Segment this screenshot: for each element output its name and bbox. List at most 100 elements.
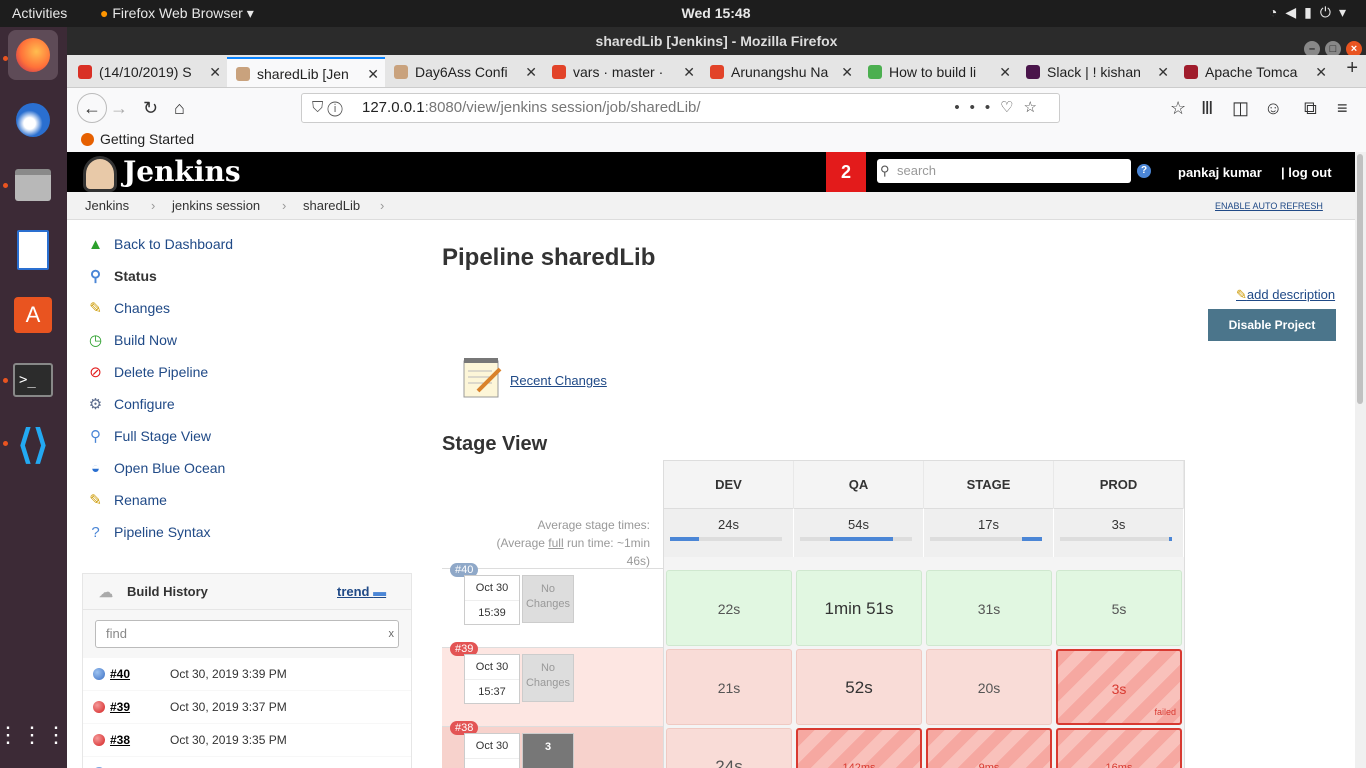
close-tab-icon[interactable]: ✕ <box>209 57 221 87</box>
reload-button[interactable]: ↻ <box>143 98 158 119</box>
breadcrumb-jenkins[interactable]: Jenkins <box>85 192 129 220</box>
close-tab-icon[interactable]: ✕ <box>999 57 1011 87</box>
bookmark-getting-started[interactable]: Getting Started <box>81 131 194 147</box>
sidebar-item-pipeline-syntax[interactable]: ? Pipeline Syntax <box>83 518 413 546</box>
stage-cell-stage[interactable]: 20s <box>926 649 1052 725</box>
sidebar-item-delete-pipeline[interactable]: ⊘ Delete Pipeline <box>83 358 413 386</box>
full-run-link[interactable]: full <box>548 536 563 550</box>
stage-cell-stage[interactable]: 9ms <box>926 728 1052 768</box>
thunderbird-dock-icon[interactable] <box>8 95 58 145</box>
close-tab-icon[interactable]: ✕ <box>1157 57 1169 87</box>
build-row[interactable]: #39 Oct 30, 2019 3:37 PM <box>83 691 411 723</box>
sidebar-item-full-stage-view[interactable]: ⚲ Full Stage View <box>83 422 413 450</box>
software-center-dock-icon[interactable]: A <box>8 290 58 340</box>
bookmark-star-icon[interactable]: ☆ <box>1024 99 1047 116</box>
logout-link[interactable]: | log out <box>1281 165 1332 180</box>
user-link[interactable]: pankaj kumar <box>1178 165 1262 180</box>
home-button[interactable]: ⌂ <box>174 98 185 119</box>
sidebar-item-build-now[interactable]: ◷ Build Now <box>83 326 413 354</box>
stage-cell-stage[interactable]: 31s <box>926 570 1052 646</box>
trend-link[interactable]: trend ▬ <box>337 574 386 610</box>
tab-0[interactable]: (14/10/2019) S ✕ <box>69 57 227 87</box>
wifi-icon: ◔ <box>1268 4 1286 20</box>
search-input[interactable]: ⚲ search <box>877 159 1131 183</box>
stage-cell-qa[interactable]: 52s <box>796 649 922 725</box>
help-icon[interactable]: ? <box>1137 164 1151 178</box>
pocket-icon[interactable]: ♡ <box>1000 99 1023 116</box>
stage-cell-dev[interactable]: 24s <box>666 728 792 768</box>
build-link[interactable]: #40 <box>110 658 130 690</box>
tab-1[interactable]: sharedLib [Jen ✕ <box>227 57 385 87</box>
show-apps-icon[interactable]: ⋮⋮⋮ <box>0 710 67 760</box>
build-row[interactable]: #37 Oct 30, 2019 3:14 PM <box>83 757 411 768</box>
new-tab-button[interactable]: + <box>1346 57 1358 80</box>
tab-5[interactable]: How to build li ✕ <box>859 57 1017 87</box>
back-button[interactable]: ← <box>77 93 107 123</box>
stage-cell-qa[interactable]: 142ms <box>796 728 922 768</box>
stage-cell-dev[interactable]: 22s <box>666 570 792 646</box>
running-indicator <box>3 56 8 61</box>
stage-cell-qa[interactable]: 1min 51s <box>796 570 922 646</box>
terminal-dock-icon[interactable]: >_ <box>8 355 58 405</box>
changes-box[interactable]: No Changes <box>522 575 574 623</box>
stage-cell-dev[interactable]: 21s <box>666 649 792 725</box>
clear-find-button[interactable]: x <box>389 621 395 647</box>
close-tab-icon[interactable]: ✕ <box>841 57 853 87</box>
tab-7[interactable]: Apache Tomca ✕ <box>1175 57 1333 87</box>
stage-cell-prod[interactable]: 5s <box>1056 570 1182 646</box>
sidebar-item-rename[interactable]: ✎ Rename <box>83 486 413 514</box>
menu-icon[interactable]: ≡ <box>1337 98 1348 119</box>
close-tab-icon[interactable]: ✕ <box>367 59 379 87</box>
changes-line1: No <box>540 583 556 595</box>
forward-button[interactable]: → <box>110 98 128 119</box>
build-link[interactable]: #37 <box>110 757 130 768</box>
build-row[interactable]: #38 Oct 30, 2019 3:35 PM <box>83 724 411 756</box>
page-scrollbar[interactable] <box>1355 152 1366 768</box>
recent-changes-link[interactable]: Recent Changes <box>510 373 607 388</box>
add-description-link[interactable]: ✎add description <box>1236 287 1335 303</box>
close-tab-icon[interactable]: ✕ <box>683 57 695 87</box>
close-tab-icon[interactable]: ✕ <box>1315 57 1327 87</box>
build-row[interactable]: #40 Oct 30, 2019 3:39 PM <box>83 658 411 690</box>
find-input[interactable]: find x <box>95 620 399 648</box>
sidebar-icon[interactable]: ◫ <box>1232 98 1249 119</box>
page-actions-icon[interactable]: ••• <box>954 99 1000 116</box>
files-dock-icon[interactable] <box>8 160 58 210</box>
tracking-shield-icon[interactable]: ⛉ ⓘ <box>312 94 343 122</box>
sidebar-item-open-blue-ocean[interactable]: ◒ Open Blue Ocean <box>83 454 413 482</box>
changes-box[interactable]: 3 <box>522 733 574 768</box>
firefox-dock-icon[interactable] <box>8 30 58 80</box>
stage-cell-prod[interactable]: 3s failed <box>1056 649 1182 725</box>
system-tray[interactable]: ◔◀▮⏻▾ <box>1269 4 1354 21</box>
tab-3[interactable]: vars · master · ✕ <box>543 57 701 87</box>
sidebar-item-status[interactable]: ⚲ Status <box>83 262 413 290</box>
account-icon[interactable]: ☺ <box>1264 98 1282 119</box>
enable-auto-refresh-link[interactable]: ENABLE AUTO REFRESH <box>1215 192 1355 220</box>
breadcrumb-sharedlib[interactable]: sharedLib <box>303 192 360 220</box>
build-link[interactable]: #38 <box>110 724 130 756</box>
sidebar-item-configure[interactable]: ⚙ Configure <box>83 390 413 418</box>
build-status-ball-icon <box>93 734 105 746</box>
close-tab-icon[interactable]: ✕ <box>525 57 537 87</box>
sidebar-item-changes[interactable]: ✎ Changes <box>83 294 413 322</box>
tab-6[interactable]: Slack | ! kishan ✕ <box>1017 57 1175 87</box>
failed-label: failed <box>1154 707 1176 717</box>
disable-project-button[interactable]: Disable Project <box>1208 309 1336 341</box>
clock[interactable]: Wed 15:48 <box>0 5 1366 21</box>
stage-cell-prod[interactable]: 16ms <box>1056 728 1182 768</box>
library-star-icon[interactable]: ☆ <box>1170 98 1186 119</box>
tab-4[interactable]: Arunangshu Na ✕ <box>701 57 859 87</box>
extensions-icon[interactable]: ⧉ <box>1304 98 1317 119</box>
tab-2[interactable]: Day6Ass Confi ✕ <box>385 57 543 87</box>
breadcrumb-jenkins-session[interactable]: jenkins session <box>172 192 260 220</box>
scrollbar-thumb[interactable] <box>1357 154 1363 404</box>
library-icon[interactable]: Ⅲ <box>1201 98 1213 119</box>
writer-dock-icon[interactable] <box>8 225 58 275</box>
jenkins-logo[interactable]: Jenkins <box>83 154 241 192</box>
url-bar[interactable]: ⛉ ⓘ 127.0.0.1:8080/view/jenkins session/… <box>301 93 1060 123</box>
notification-badge[interactable]: 2 <box>826 152 866 192</box>
vscode-dock-icon[interactable]: ⟨⟩ <box>8 420 58 470</box>
sidebar-item-back-to-dashboard[interactable]: ▲ Back to Dashboard <box>83 230 413 258</box>
build-link[interactable]: #39 <box>110 691 130 723</box>
changes-box[interactable]: No Changes <box>522 654 574 702</box>
